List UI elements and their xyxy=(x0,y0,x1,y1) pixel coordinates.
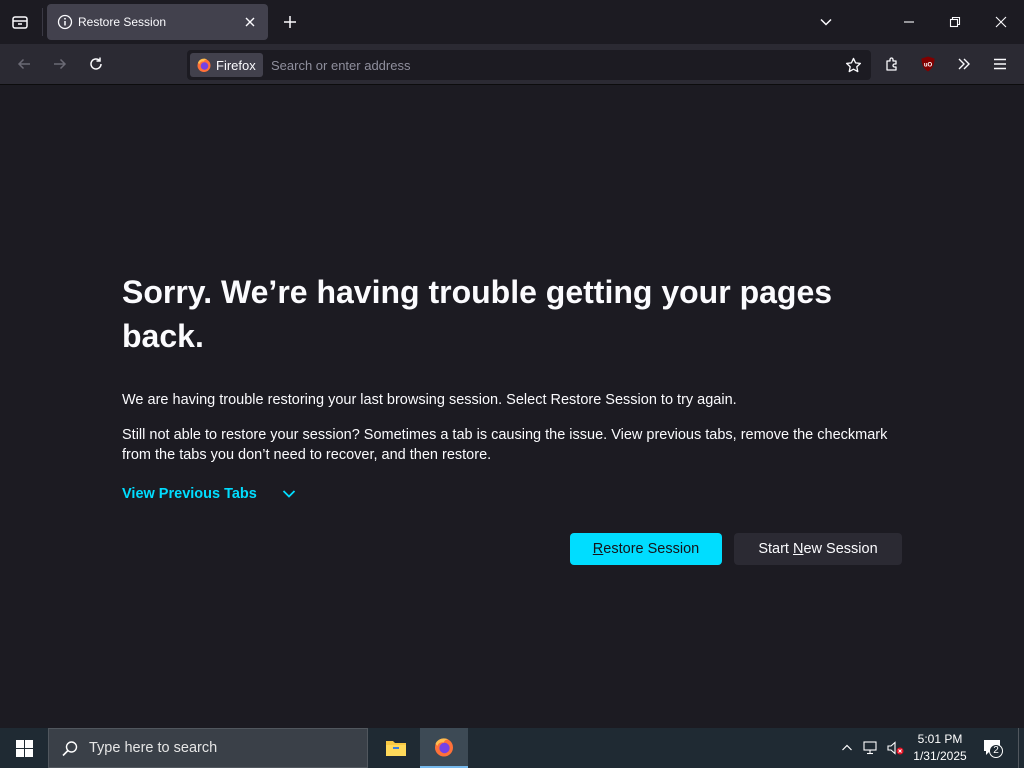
volume-muted-icon[interactable] xyxy=(884,738,906,758)
clock-date: 1/31/2025 xyxy=(913,749,967,763)
troubleshoot-message: Still not able to restore your session? … xyxy=(122,427,888,463)
minimize-icon[interactable] xyxy=(896,10,922,34)
button-label: estore Session xyxy=(603,541,700,557)
show-desktop-divider[interactable] xyxy=(1018,728,1019,768)
firefox-icon xyxy=(196,57,212,73)
address-bar: Firefox xyxy=(187,50,871,80)
access-key: N xyxy=(793,541,804,557)
tab-title: Restore Session xyxy=(78,15,167,29)
search-icon xyxy=(61,740,79,758)
restore-window-icon[interactable] xyxy=(942,10,968,34)
folder-icon[interactable] xyxy=(372,728,420,768)
svg-text:uO: uO xyxy=(924,63,933,69)
identity-label: Firefox xyxy=(216,57,256,73)
close-icon[interactable] xyxy=(240,12,260,32)
tab-list-icon[interactable] xyxy=(8,10,32,34)
restore-message: We are having trouble restoring your las… xyxy=(122,392,737,408)
hamburger-menu-icon[interactable] xyxy=(988,52,1012,76)
info-icon xyxy=(57,14,73,30)
access-key: R xyxy=(592,541,604,557)
star-icon[interactable] xyxy=(841,53,865,77)
page-title: Sorry. We’re having trouble getting your… xyxy=(122,274,833,354)
button-label: Start xyxy=(758,541,793,557)
tab-restore-session[interactable]: Restore Session xyxy=(47,4,268,40)
url-input[interactable] xyxy=(271,50,831,80)
chevron-down-icon xyxy=(281,486,297,502)
double-chevron-icon[interactable] xyxy=(952,52,976,76)
taskbar-search-box[interactable]: Type here to search xyxy=(48,728,368,768)
puzzle-icon[interactable] xyxy=(880,52,904,76)
restore-session-button[interactable]: Restore Session xyxy=(570,533,722,565)
close-window-icon[interactable] xyxy=(988,10,1014,34)
notification-icon[interactable]: 2 xyxy=(980,736,1006,760)
tab-strip: Restore Session xyxy=(0,0,1024,44)
navigation-toolbar: Firefox uO xyxy=(0,44,1024,85)
chevron-down-icon[interactable] xyxy=(814,10,838,34)
windows-logo-icon[interactable] xyxy=(0,728,48,768)
notification-count: 2 xyxy=(989,744,1003,758)
view-previous-tabs-label: View Previous Tabs xyxy=(122,486,257,502)
reload-icon[interactable] xyxy=(84,52,108,76)
back-arrow-icon[interactable] xyxy=(12,52,36,76)
system-clock[interactable]: 5:01 PM 1/31/2025 xyxy=(908,731,972,765)
restore-session-page: Sorry. We’re having trouble getting your… xyxy=(0,86,1024,728)
button-label: ew Session xyxy=(803,541,878,557)
forward-arrow-icon[interactable] xyxy=(48,52,72,76)
network-icon[interactable] xyxy=(861,738,881,758)
ublock-origin-icon[interactable]: uO xyxy=(916,52,940,76)
firefox-icon[interactable] xyxy=(420,728,468,768)
windows-taskbar: Type here to search 5:01 PM 1/31/2025 2 xyxy=(0,728,1024,768)
divider xyxy=(42,8,43,36)
taskbar-search-placeholder: Type here to search xyxy=(89,740,218,756)
identity-box[interactable]: Firefox xyxy=(190,53,263,77)
start-new-session-button[interactable]: Start New Session xyxy=(734,533,902,565)
plus-icon[interactable] xyxy=(278,10,302,34)
view-previous-tabs-toggle[interactable]: View Previous Tabs xyxy=(122,486,297,502)
chevron-up-icon[interactable] xyxy=(838,738,856,758)
clock-time: 5:01 PM xyxy=(917,732,963,746)
